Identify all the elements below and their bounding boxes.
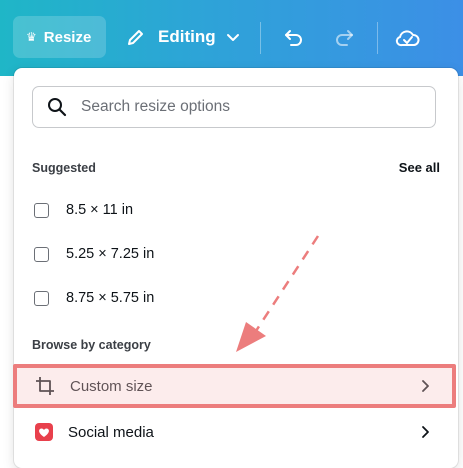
toolbar-divider (377, 22, 378, 54)
custom-size-highlight (13, 364, 456, 408)
search-icon (47, 97, 67, 117)
resize-button-label: Resize (43, 28, 92, 46)
pencil-icon (126, 27, 146, 47)
crown-icon: ♛ (26, 30, 37, 44)
top-toolbar: ♛ Resize Editing (0, 0, 463, 76)
checkbox[interactable] (34, 202, 49, 218)
cloud-check-icon[interactable] (394, 24, 422, 52)
editing-button-label: Editing (158, 27, 216, 46)
checkbox[interactable] (34, 246, 49, 262)
editing-button[interactable]: Editing (126, 16, 240, 58)
size-label: 8.75 × 5.75 in (66, 290, 155, 306)
chevron-right-icon (420, 425, 432, 439)
chevron-down-icon (226, 30, 240, 44)
suggested-heading: Suggested (32, 161, 96, 175)
resize-panel: Suggested See all 8.5 × 11 in 5.25 × 7.2… (14, 68, 458, 468)
size-label: 5.25 × 7.25 in (66, 246, 155, 262)
suggested-size-item[interactable]: 8.5 × 11 in (34, 202, 133, 218)
category-label: Social media (68, 423, 154, 441)
see-all-link[interactable]: See all (399, 160, 440, 175)
browse-heading: Browse by category (32, 338, 151, 352)
search-input[interactable] (79, 97, 403, 117)
size-label: 8.5 × 11 in (66, 202, 134, 218)
social-media-icon (34, 422, 54, 442)
suggested-size-item[interactable]: 8.75 × 5.75 in (34, 290, 154, 306)
checkbox[interactable] (34, 290, 49, 306)
suggested-size-item[interactable]: 5.25 × 7.25 in (34, 246, 154, 262)
undo-icon[interactable] (280, 24, 308, 52)
resize-button[interactable]: ♛ Resize (13, 16, 106, 58)
redo-icon[interactable] (330, 24, 358, 52)
search-box[interactable] (32, 86, 436, 128)
category-social-media[interactable]: Social media (14, 412, 458, 452)
toolbar-divider (260, 22, 261, 54)
